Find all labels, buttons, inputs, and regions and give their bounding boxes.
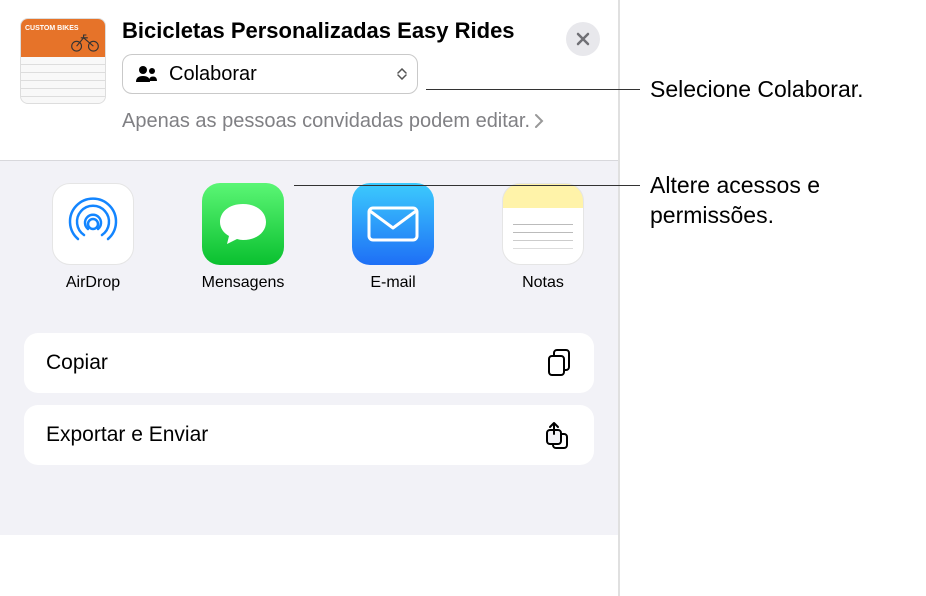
airdrop-icon (52, 183, 134, 265)
document-title: Bicicletas Personalizadas Easy Rides (122, 18, 598, 44)
close-button[interactable] (566, 22, 600, 56)
header-right: Bicicletas Personalizadas Easy Rides Col… (122, 18, 598, 134)
airdrop-app[interactable]: AirDrop (18, 183, 168, 303)
notes-icon (502, 183, 584, 265)
close-icon (576, 32, 590, 46)
permissions-row[interactable]: Apenas as pessoas convidadas podem edita… (122, 108, 598, 134)
notes-app[interactable]: Notas (468, 183, 618, 303)
collaborate-dropdown[interactable]: Colaborar (122, 54, 418, 94)
messages-app[interactable]: Mensagens (168, 183, 318, 303)
action-list: Copiar Exportar e Enviar (0, 309, 618, 465)
chevron-right-icon (534, 113, 544, 129)
app-row: AirDrop Mensagens E-mai (0, 161, 618, 309)
app-label: Mensagens (202, 273, 285, 292)
app-label: E-mail (370, 273, 415, 292)
callout-select-collaborate: Selecione Colaborar. (650, 74, 864, 104)
mail-app[interactable]: E-mail (318, 183, 468, 303)
header-section: CUSTOM BIKES Bicicletas Personalizadas E… (0, 0, 618, 144)
collaborate-label: Colaborar (169, 63, 257, 86)
document-thumbnail: CUSTOM BIKES (20, 18, 106, 104)
mail-icon (352, 183, 434, 265)
app-label: Notas (522, 273, 564, 292)
callout-change-access: Altere acessos e permissões. (650, 170, 926, 230)
copy-action[interactable]: Copiar (24, 333, 594, 393)
copy-icon (546, 348, 572, 378)
callout-line (426, 89, 640, 90)
share-icon (544, 420, 572, 450)
action-label: Exportar e Enviar (46, 423, 208, 447)
dropdown-arrows-icon (397, 68, 407, 80)
export-send-action[interactable]: Exportar e Enviar (24, 405, 594, 465)
share-options-section: AirDrop Mensagens E-mai (0, 161, 618, 535)
action-label: Copiar (46, 351, 108, 375)
people-icon (135, 65, 159, 83)
app-label: AirDrop (66, 273, 120, 292)
bicycle-icon (71, 31, 99, 53)
messages-icon (202, 183, 284, 265)
callout-line (294, 185, 640, 186)
permissions-text: Apenas as pessoas convidadas podem edita… (122, 108, 530, 134)
